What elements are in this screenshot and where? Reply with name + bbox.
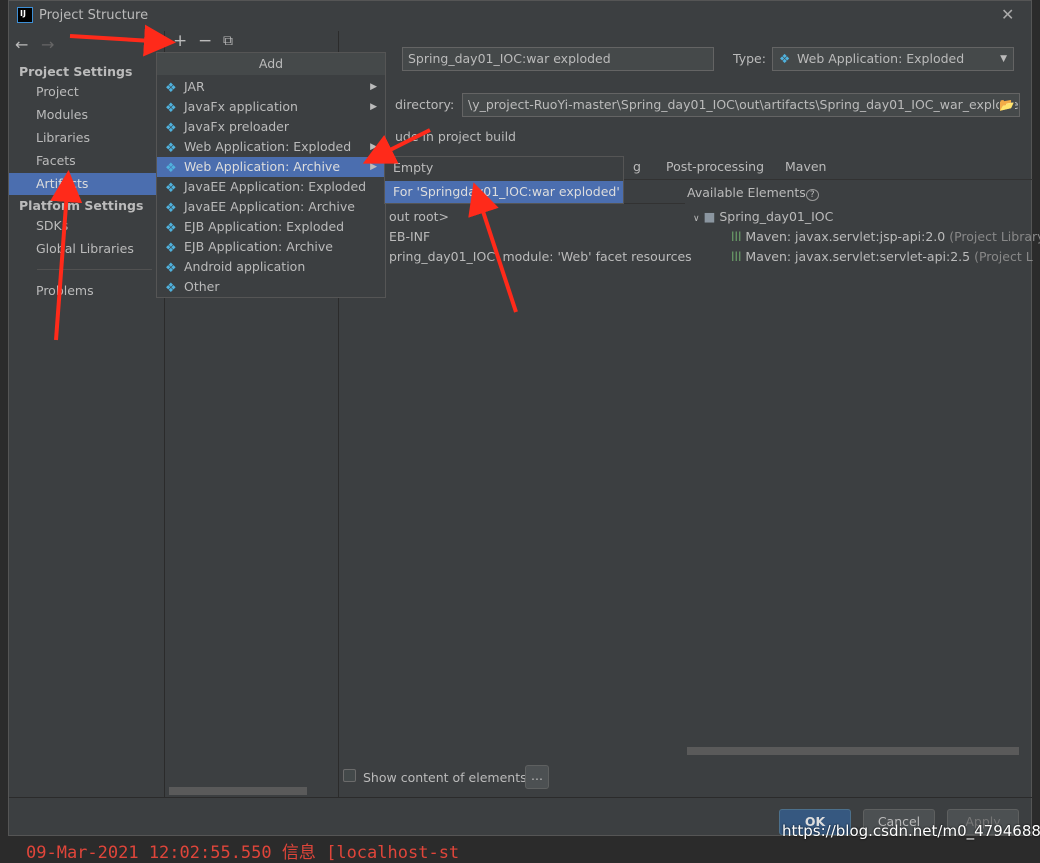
library-icon: lll <box>731 249 742 264</box>
tab-pre-processing[interactable]: g <box>633 159 641 174</box>
sidebar-item-modules[interactable]: Modules <box>9 104 165 126</box>
artifact-name-input[interactable]: Spring_day01_IOC:war exploded <box>402 47 714 71</box>
type-value: Web Application: Exploded <box>797 51 965 66</box>
help-icon[interactable]: ? <box>805 189 819 201</box>
sidebar-item-sdks[interactable]: SDKs <box>9 215 165 237</box>
artifact-type-icon: ❖ <box>165 161 177 176</box>
menu-item-empty[interactable]: Empty <box>385 157 623 179</box>
chevron-down-icon: ∨ <box>693 214 700 224</box>
menu-item[interactable]: ❖ Other <box>157 277 385 297</box>
tab-maven[interactable]: Maven <box>785 159 826 174</box>
artifact-type-icon: ❖ <box>165 261 177 276</box>
tree-item-library[interactable]: lll Maven: javax.servlet:servlet-api:2.5… <box>731 249 1033 264</box>
menu-item-for-exploded[interactable]: For 'Springday01_IOC:war exploded' <box>385 181 623 203</box>
watermark: https://blog.csdn.net/m0_47946884 <box>782 822 1040 840</box>
menu-item[interactable]: ❖ JavaFx preloader <box>157 117 385 137</box>
intellij-logo-icon: IJ <box>17 7 33 23</box>
output-directory-label: directory: <box>395 97 455 112</box>
output-directory-input[interactable]: \y_project-RuoYi-master\Spring_day01_IOC… <box>462 93 1020 117</box>
menu-item[interactable]: ❖ JavaEE Application: Archive <box>157 197 385 217</box>
forward-arrow-icon[interactable]: → <box>41 35 54 54</box>
artifact-type-icon: ❖ <box>165 81 177 96</box>
archive-submenu: Empty For 'Springday01_IOC:war exploded' <box>384 156 624 204</box>
title-bar: IJ Project Structure ✕ <box>9 1 1033 31</box>
sidebar: ← → Project Settings Project Modules Lib… <box>9 31 165 797</box>
menu-header: Add <box>157 53 385 75</box>
close-icon[interactable]: ✕ <box>1001 5 1014 24</box>
divider <box>37 269 152 270</box>
menu-item[interactable]: ❖ JAR ▶ <box>157 77 385 97</box>
menu-item[interactable]: ❖ EJB Application: Exploded <box>157 217 385 237</box>
tree-item-module[interactable]: ∨ ■ Spring_day01_IOC <box>693 209 833 224</box>
section-platform-settings: Platform Settings <box>19 198 144 213</box>
menu-item[interactable]: ❖ Android application <box>157 257 385 277</box>
copy-icon[interactable]: ⧉ <box>223 33 233 49</box>
show-content-label: Show content of elements <box>363 770 527 785</box>
chevron-down-icon: ▼ <box>1000 54 1007 64</box>
tree-item-facet-resources[interactable]: pring_day01_IOC' module: 'Web' facet res… <box>389 249 692 264</box>
horizontal-scrollbar[interactable] <box>687 747 1019 755</box>
tree-item-library[interactable]: lll Maven: javax.servlet:jsp-api:2.0 (Pr… <box>731 229 1040 244</box>
library-icon: lll <box>731 229 742 244</box>
type-label: Type: <box>733 51 766 66</box>
divider <box>9 797 1033 798</box>
sidebar-item-global-libraries[interactable]: Global Libraries <box>9 238 165 260</box>
sidebar-item-libraries[interactable]: Libraries <box>9 127 165 149</box>
web-app-icon: ❖ <box>779 51 791 66</box>
artifact-type-icon: ❖ <box>165 281 177 296</box>
submenu-arrow-icon: ▶ <box>370 102 377 112</box>
artifact-type-icon: ❖ <box>165 221 177 236</box>
sidebar-item-facets[interactable]: Facets <box>9 150 165 172</box>
submenu-arrow-icon: ▶ <box>370 82 377 92</box>
artifact-type-icon: ❖ <box>165 201 177 216</box>
sidebar-item-artifacts[interactable]: Artifacts <box>9 173 165 195</box>
available-elements-label: Available Elements? <box>687 185 819 201</box>
type-dropdown[interactable]: ❖ Web Application: Exploded ▼ <box>772 47 1014 71</box>
artifact-type-icon: ❖ <box>165 101 177 116</box>
show-content-checkbox[interactable] <box>343 769 356 782</box>
add-icon[interactable]: + <box>173 31 187 51</box>
horizontal-scrollbar[interactable] <box>169 787 307 795</box>
artifact-type-icon: ❖ <box>165 241 177 256</box>
menu-item[interactable]: ❖ EJB Application: Archive <box>157 237 385 257</box>
include-in-build-label: ude in project build <box>395 129 516 144</box>
section-project-settings: Project Settings <box>19 64 133 79</box>
submenu-arrow-icon: ▶ <box>370 142 377 152</box>
window-title: Project Structure <box>39 8 149 23</box>
menu-item[interactable]: ❖ JavaEE Application: Exploded <box>157 177 385 197</box>
remove-icon[interactable]: − <box>198 31 212 51</box>
submenu-arrow-icon: ▶ <box>370 162 377 172</box>
more-button[interactable]: ... <box>525 765 549 789</box>
tree-item-web-inf[interactable]: EB-INF <box>389 229 430 244</box>
module-folder-icon: ■ <box>703 209 716 224</box>
menu-item[interactable]: ❖ JavaFx application ▶ <box>157 97 385 117</box>
sidebar-item-problems[interactable]: Problems <box>9 280 165 302</box>
output-directory-value: \y_project-RuoYi-master\Spring_day01_IOC… <box>468 97 1020 112</box>
tab-post-processing[interactable]: Post-processing <box>666 159 764 174</box>
add-artifact-menu: Add ❖ JAR ▶ ❖ JavaFx application ▶ ❖ JavaFx pre… <box>156 52 386 298</box>
menu-item[interactable]: ❖ Web Application: Archive ▶ <box>157 157 385 177</box>
folder-icon[interactable]: 📂 <box>999 94 1015 116</box>
sidebar-item-project[interactable]: Project <box>9 81 165 103</box>
artifact-type-icon: ❖ <box>165 121 177 136</box>
menu-item[interactable]: ❖ Web Application: Exploded ▶ <box>157 137 385 157</box>
tree-item-output-root[interactable]: out root> <box>389 209 449 224</box>
back-arrow-icon[interactable]: ← <box>15 35 28 54</box>
artifact-type-icon: ❖ <box>165 141 177 156</box>
artifact-type-icon: ❖ <box>165 181 177 196</box>
